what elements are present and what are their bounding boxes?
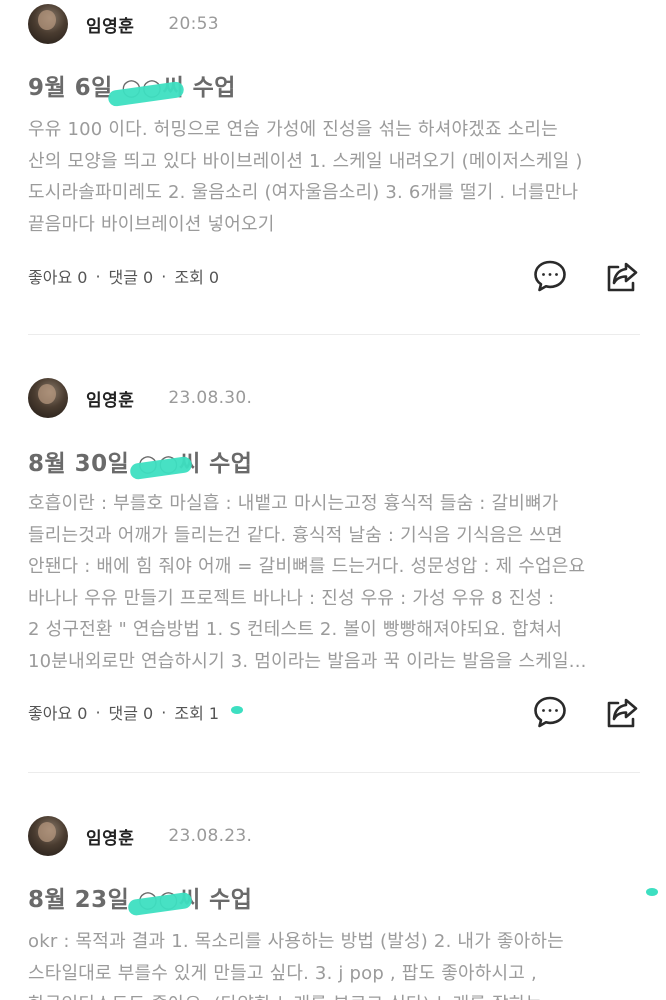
- comment-button[interactable]: [532, 258, 568, 294]
- post-body[interactable]: 우유 100 이다. 허밍으로 연습 가성에 진성을 섞는 하셔야겠죠 소리는 …: [28, 114, 643, 240]
- body-line: 2 성구전환 " 연습방법 1. S 컨테스트 2. 볼이 빵빵해져야되요. 합…: [28, 619, 563, 640]
- post-card[interactable]: 임영훈 20:53 9월 6일 ○○씨 수업 우유 100 이다. 허밍으로 연…: [0, 4, 666, 334]
- post-actions: [532, 694, 640, 730]
- post-divider: [28, 772, 640, 773]
- post-header: 임영훈 23.08.30.: [28, 378, 252, 418]
- post-actions: [532, 258, 640, 294]
- post-footer: 좋아요 0 · 댓글 0 · 조회 1: [28, 692, 640, 732]
- share-button[interactable]: [604, 694, 640, 730]
- body-line: 10분내외로만 연습하시기 3. 멈이라는 발음과 꾹 이라는 발음을 스케일.…: [28, 650, 587, 672]
- comment-bubble-icon: [534, 696, 566, 728]
- separator-dot: ·: [161, 702, 167, 722]
- avatar[interactable]: [28, 816, 68, 856]
- post-card[interactable]: 임영훈 23.08.23. 8월 23일 ○○씨 수업 okr : 목적과 결과…: [0, 816, 666, 1000]
- body-line: 끝음마다 바이브레이션 넣어오기: [28, 213, 275, 235]
- post-feed: 임영훈 20:53 9월 6일 ○○씨 수업 우유 100 이다. 허밍으로 연…: [0, 0, 666, 1000]
- share-icon: [607, 262, 638, 292]
- post-card[interactable]: 임영훈 23.08.30. 8월 30일 ○○씨 수업 호흡이란 : 부를호 마…: [0, 378, 666, 758]
- avatar[interactable]: [28, 378, 68, 418]
- body-line: 한국인디스도도 좋아요. (다양한 노래를 부르고 싶다) 노래를 잘하는: [28, 989, 643, 1000]
- body-line: 호흡이란 : 부를호 마실흡 : 내뱉고 마시는고정 흉식적 들숨 : 갈비뼈가: [28, 493, 559, 514]
- body-line: 우유 100 이다. 허밍으로 연습 가성에 진성을 섞는 하셔야겠죠 소리는: [28, 119, 558, 140]
- comment-bubble-icon: [534, 260, 566, 292]
- post-header: 임영훈 23.08.23.: [28, 816, 252, 856]
- likes-count[interactable]: 좋아요 0: [28, 264, 87, 288]
- body-line: 산의 모양을 띄고 있다 바이브레이션 1. 스케일 내려오기 (메이저스케일 …: [28, 150, 583, 172]
- post-header: 임영훈 20:53: [28, 4, 219, 44]
- comments-count[interactable]: 댓글 0: [109, 700, 154, 724]
- separator-dot: ·: [161, 266, 167, 286]
- marker-dot: [231, 706, 243, 714]
- post-divider: [28, 334, 640, 335]
- post-stats: 좋아요 0 · 댓글 0 · 조회 0: [28, 264, 219, 288]
- likes-count[interactable]: 좋아요 0: [28, 700, 87, 724]
- author-name[interactable]: 임영훈: [86, 386, 134, 411]
- body-line: 스타일대로 부를수 있게 만들고 싶다. 3. j pop , 팝도 좋아하시고…: [28, 962, 537, 984]
- comment-button[interactable]: [532, 694, 568, 730]
- body-line: 들리는것과 어깨가 들리는건 같다. 흉식적 날숨 : 기식음 기식음은 쓰면: [28, 524, 563, 546]
- marker-dot: [646, 888, 658, 896]
- author-name[interactable]: 임영훈: [86, 824, 134, 849]
- views-count: 조회 0: [174, 268, 220, 287]
- post-body[interactable]: 호흡이란 : 부를호 마실흡 : 내뱉고 마시는고정 흉식적 들숨 : 갈비뼈가…: [28, 488, 643, 677]
- post-timestamp: 20:53: [168, 14, 219, 34]
- body-line: okr : 목적과 결과 1. 목소리를 사용하는 방법 (발성) 2. 내가 …: [28, 931, 564, 952]
- share-button[interactable]: [604, 258, 640, 294]
- body-line: 도시라솔파미레도 2. 울음소리 (여자울음소리) 3. 6개를 떨기 . 너를…: [28, 182, 579, 203]
- post-stats: 좋아요 0 · 댓글 0 · 조회 1: [28, 700, 219, 724]
- body-line: 안됀다 : 배에 힘 줘야 어깨 = 갈비뼈를 드는거다. 성문성압 : 제 수…: [28, 556, 586, 577]
- author-name[interactable]: 임영훈: [86, 12, 134, 37]
- post-timestamp: 23.08.23.: [168, 826, 253, 846]
- separator-dot: ·: [95, 702, 101, 722]
- post-footer: 좋아요 0 · 댓글 0 · 조회 0: [28, 256, 640, 296]
- post-timestamp: 23.08.30.: [168, 388, 253, 408]
- avatar[interactable]: [28, 4, 68, 44]
- post-body[interactable]: okr : 목적과 결과 1. 목소리를 사용하는 방법 (발성) 2. 내가 …: [28, 926, 643, 1000]
- share-icon: [607, 698, 638, 728]
- views-count: 조회 1: [174, 704, 220, 723]
- comments-count[interactable]: 댓글 0: [109, 264, 154, 288]
- body-line: 바나나 우유 만들기 프로젝트 바나나 : 진성 우유 : 가성 우유 8 진성…: [28, 587, 555, 609]
- separator-dot: ·: [95, 266, 101, 286]
